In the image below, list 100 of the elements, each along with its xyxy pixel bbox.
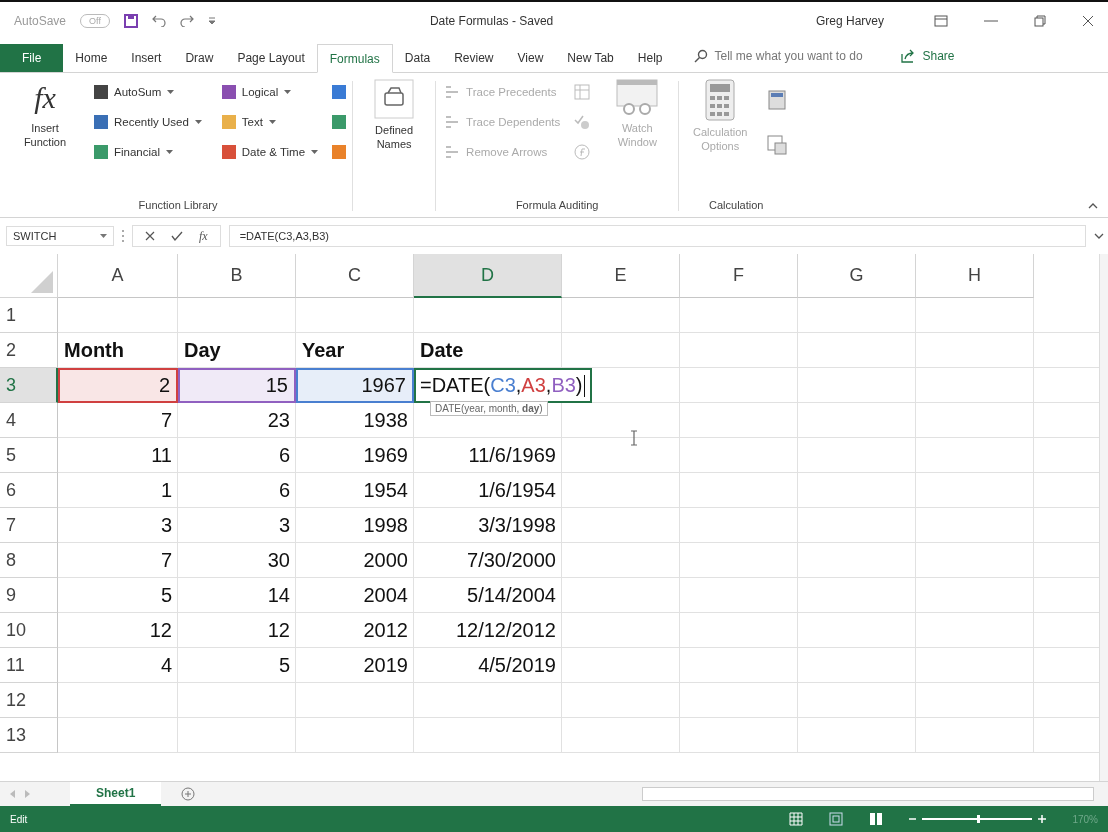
column-header[interactable]: E xyxy=(562,254,680,298)
file-tab[interactable]: File xyxy=(0,44,64,72)
customize-icon[interactable] xyxy=(207,17,216,25)
column-header[interactable]: C xyxy=(296,254,414,298)
row-header[interactable]: 6 xyxy=(0,473,58,508)
tell-me-search-field[interactable]: Tell me what you want to do xyxy=(714,49,885,63)
row-header[interactable]: 2 xyxy=(0,333,58,368)
row-header[interactable]: 11 xyxy=(0,648,58,683)
table-cell-text: 30 xyxy=(266,548,291,573)
cancel-icon[interactable] xyxy=(145,231,155,241)
table-cell-text: 1998 xyxy=(362,513,409,538)
normal-view-icon[interactable] xyxy=(789,812,804,826)
table-cell-text: 12 xyxy=(148,618,173,643)
ribbon-tab[interactable]: Review xyxy=(442,44,506,72)
category-icon[interactable] xyxy=(332,85,347,99)
arrows-icon xyxy=(444,145,461,159)
function-category-button[interactable]: AutoSum xyxy=(92,77,204,107)
user-name: Greg Harvey xyxy=(815,14,884,28)
restore-icon[interactable] xyxy=(1034,15,1046,27)
function-category-button[interactable]: Logical xyxy=(219,77,321,107)
column-header[interactable]: B xyxy=(178,254,296,298)
enter-icon[interactable] xyxy=(171,231,183,241)
collapse-ribbon-icon[interactable] xyxy=(1088,203,1098,209)
zoom-thumb[interactable] xyxy=(977,815,981,823)
table-cell-text: Day xyxy=(183,338,222,363)
caret-icon xyxy=(100,234,107,238)
undo-icon[interactable] xyxy=(151,15,166,27)
column-header[interactable]: G xyxy=(798,254,916,298)
ribbon-tab[interactable]: Page Layout xyxy=(225,44,317,72)
caret-icon xyxy=(167,90,175,94)
vertical-scrollbar[interactable] xyxy=(1099,254,1108,781)
redo-icon[interactable] xyxy=(179,15,194,27)
share-button[interactable]: Share xyxy=(894,40,961,72)
table-cell-text: 2012 xyxy=(362,618,409,643)
page-break-icon[interactable] xyxy=(869,812,884,826)
row-header[interactable]: 9 xyxy=(0,578,58,613)
function-category-button[interactable]: Financial xyxy=(92,137,204,167)
calculator-icon[interactable] xyxy=(768,89,787,110)
page-layout-icon[interactable] xyxy=(829,812,844,826)
horizontal-scrollbar[interactable] xyxy=(642,787,1094,801)
insert-function-button[interactable]: fx Insert Function xyxy=(10,77,80,152)
ribbon-display-icon[interactable] xyxy=(934,15,948,27)
function-category-button[interactable]: Text xyxy=(219,107,321,137)
row-header[interactable]: 13 xyxy=(0,718,58,753)
name-box[interactable]: SWITCH xyxy=(6,226,114,246)
table-cell-text: 4 xyxy=(159,653,173,678)
search-icon xyxy=(694,49,709,63)
editing-cell[interactable]: =DATE(C3,A3,B3) xyxy=(414,368,592,403)
ribbon-tab[interactable]: Insert xyxy=(119,44,174,72)
table-cell-text: 1/6/1954 xyxy=(477,478,557,503)
save-icon[interactable] xyxy=(123,14,138,28)
ribbon-tab[interactable]: Help xyxy=(625,44,675,72)
column-header[interactable]: A xyxy=(58,254,178,298)
glasses-window-icon xyxy=(615,79,660,117)
table-cell-text: 1938 xyxy=(362,408,409,433)
insert-function-icon[interactable]: fx xyxy=(199,228,208,244)
table-cell-text: 5 xyxy=(159,583,173,608)
arrows-icon xyxy=(444,85,461,99)
category-icon[interactable] xyxy=(332,115,347,129)
ribbon-tab[interactable]: New Tab xyxy=(555,44,626,72)
referenced-cell: 15 xyxy=(178,368,296,403)
ribbon-tab[interactable]: View xyxy=(505,44,556,72)
category-icon[interactable] xyxy=(332,145,347,159)
row-header[interactable]: 12 xyxy=(0,683,58,718)
arrows-icon xyxy=(444,115,461,129)
ribbon-tab[interactable]: Formulas xyxy=(316,44,393,73)
zoom-in-icon[interactable] xyxy=(1038,815,1047,823)
row-header[interactable]: 4 xyxy=(0,403,58,438)
ribbon-tab[interactable]: Home xyxy=(63,44,120,72)
row-header[interactable]: 1 xyxy=(0,298,58,333)
defined-names-button[interactable]: Defined Names xyxy=(359,77,430,154)
ribbon-tab[interactable]: Draw xyxy=(173,44,226,72)
add-sheet-icon[interactable] xyxy=(181,787,196,801)
column-header[interactable]: D xyxy=(414,254,562,298)
expand-formula-icon[interactable] xyxy=(1094,233,1104,239)
table-cell-text: 23 xyxy=(266,408,291,433)
referenced-cell: 1967 xyxy=(296,368,414,403)
row-header[interactable]: 3 xyxy=(0,368,58,403)
calculator-icon xyxy=(705,79,736,121)
row-header[interactable]: 5 xyxy=(0,438,58,473)
table-cell-text: 1 xyxy=(159,478,173,503)
table-cell-text: 11 xyxy=(150,443,173,468)
table-cell-text: 2004 xyxy=(362,583,409,608)
table-cell-text: 11/6/1969 xyxy=(467,443,557,468)
table-cell-text: 3 xyxy=(277,513,291,538)
function-category-button[interactable]: Date & Time xyxy=(219,137,321,167)
formula-field[interactable]: =DATE(C3,A3,B3) xyxy=(228,225,1086,247)
table-cell-text: 1954 xyxy=(362,478,409,503)
row-header[interactable]: 7 xyxy=(0,508,58,543)
function-category-button[interactable]: Recently Used xyxy=(92,107,204,137)
close-icon[interactable] xyxy=(1082,15,1094,27)
sheet-tab[interactable]: Sheet1 xyxy=(70,782,162,806)
row-header[interactable]: 8 xyxy=(0,543,58,578)
ribbon-tab[interactable]: Data xyxy=(392,44,443,72)
column-header[interactable]: H xyxy=(916,254,1034,298)
column-header[interactable]: F xyxy=(680,254,798,298)
row-header[interactable]: 10 xyxy=(0,613,58,648)
sheet-calculator-icon[interactable] xyxy=(767,134,788,155)
autosave-label: AutoSave xyxy=(14,14,67,28)
error-checking-icon[interactable] xyxy=(574,114,591,130)
